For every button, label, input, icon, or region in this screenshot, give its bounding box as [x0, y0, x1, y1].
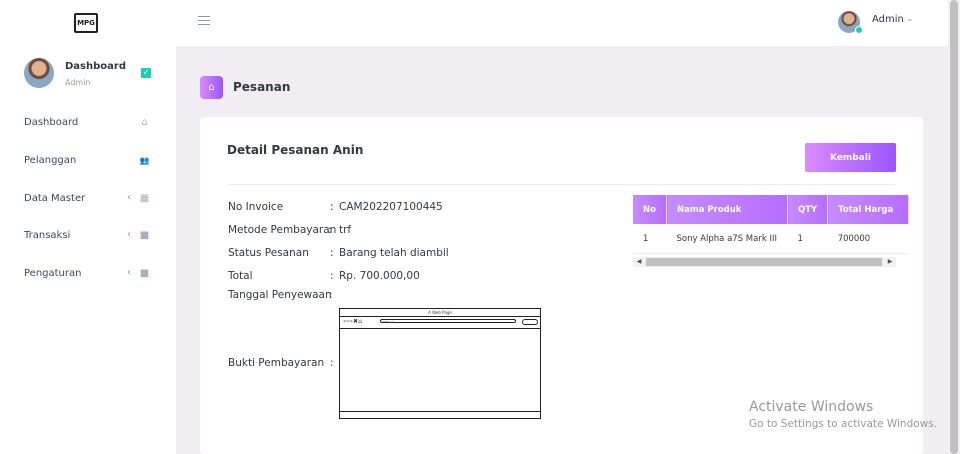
proof-image-statusbar [340, 411, 540, 418]
table-scrollbar-thumb[interactable] [646, 258, 882, 266]
table-row: 1 Sony Alpha a7S Mark III 1 700000 [633, 224, 909, 254]
field-value: CAM202207100445 [339, 201, 443, 213]
field-colon: : [330, 357, 334, 369]
sidebar-item-label: Transaksi [24, 230, 71, 241]
sidebar-item-transaksi[interactable]: Transaksi ‹ ■ [24, 228, 154, 246]
home-icon: ⌂ [200, 76, 223, 99]
field-value: trf [339, 224, 352, 236]
scroll-left-icon[interactable]: ◀ [634, 257, 644, 267]
chevron-down-icon[interactable]: ⌄ [906, 14, 914, 24]
sidebar-item-data-master[interactable]: Data Master ‹ ▦ [24, 191, 154, 209]
profile-role: Admin [65, 78, 91, 87]
sidebar-item-label: Pengaturan [24, 268, 82, 279]
search-icon [522, 319, 538, 325]
proof-image-toolbar: ⇦⇨✖⌂ https:// [340, 316, 540, 329]
field-colon: : [329, 289, 333, 301]
sidebar-item-label: Pelanggan [24, 155, 77, 166]
column-header: Nama Produk [666, 195, 788, 224]
table-cell: 1 [787, 224, 828, 254]
sidebar-item-pengaturan[interactable]: Pengaturan ‹ ■ [24, 266, 154, 284]
field-label: Status Pesanan [228, 247, 309, 259]
page-title: Pesanan [233, 80, 291, 94]
field-label: Total [228, 270, 253, 282]
field-colon: : [328, 224, 332, 236]
field-label: Bukti Pembayaran [228, 357, 325, 369]
table-header-row: No Nama Produk QTY Total Harga [633, 195, 910, 224]
bag-icon: ■ [139, 230, 150, 241]
chevron-left-icon: ‹ [127, 192, 131, 203]
back-button[interactable]: Kembali [805, 143, 896, 172]
payment-proof-image: A Web Page ⇦⇨✖⌂ https:// [339, 308, 541, 419]
activation-watermark-text: Go to Settings to activate Windows. [749, 418, 938, 430]
field-value: Barang telah diambil [339, 247, 449, 259]
chevron-left-icon: ‹ [127, 229, 131, 240]
card-title: Detail Pesanan Anin [227, 143, 364, 157]
sidebar-item-label: Data Master [24, 193, 86, 204]
browser-nav-icons: ⇦⇨✖⌂ [343, 318, 362, 325]
brand-logo[interactable]: MPG [74, 13, 98, 33]
table-cell: 1 [633, 224, 667, 254]
activation-watermark-title: Activate Windows [749, 399, 874, 415]
field-label: No Invoice [228, 201, 284, 213]
grid-icon: ▦ [139, 193, 150, 204]
sidebar: MPG Dashboard Admin ✓ Dashboard ⌂ Pelang… [0, 0, 176, 454]
column-header: No [633, 195, 667, 224]
page-scrollbar-thumb[interactable] [950, 0, 958, 454]
field-colon: : [330, 201, 334, 213]
field-value: Rp. 700.000,00 [339, 270, 420, 282]
field-label: Metode Pembayaran [228, 224, 337, 236]
bookmark-check-icon: ✓ [141, 68, 151, 78]
field-colon: : [330, 247, 334, 259]
top-navbar: Admin ⌄ [176, 0, 948, 46]
bag-icon: ■ [139, 268, 150, 279]
scroll-right-icon[interactable]: ▶ [885, 257, 895, 267]
home-icon: ⌂ [141, 117, 148, 128]
online-status-indicator [855, 26, 863, 34]
table-cell: Sony Alpha a7S Mark III [666, 224, 788, 254]
order-items-table: No Nama Produk QTY Total Harga 1 Sony Al… [633, 195, 910, 254]
sidebar-profile[interactable]: Dashboard Admin ✓ [24, 58, 164, 92]
column-header: Total Harga [827, 195, 910, 224]
sidebar-item-label: Dashboard [24, 117, 79, 128]
field-colon: : [330, 270, 334, 282]
divider [227, 184, 896, 185]
users-icon: 👥 [139, 156, 150, 165]
chevron-left-icon: ‹ [127, 267, 131, 278]
proof-image-url: https:// [380, 319, 516, 324]
user-menu-name[interactable]: Admin [872, 14, 904, 25]
sidebar-item-dashboard[interactable]: Dashboard ⌂ [24, 115, 154, 133]
column-header: QTY [787, 195, 829, 224]
menu-toggle-icon[interactable] [198, 16, 210, 28]
sidebar-item-pelanggan[interactable]: Pelanggan 👥 [24, 153, 154, 171]
table-cell: 700000 [827, 224, 909, 254]
profile-name: Dashboard [65, 61, 126, 72]
field-label: Tanggal Penyewaan [228, 289, 332, 301]
avatar [24, 58, 54, 88]
